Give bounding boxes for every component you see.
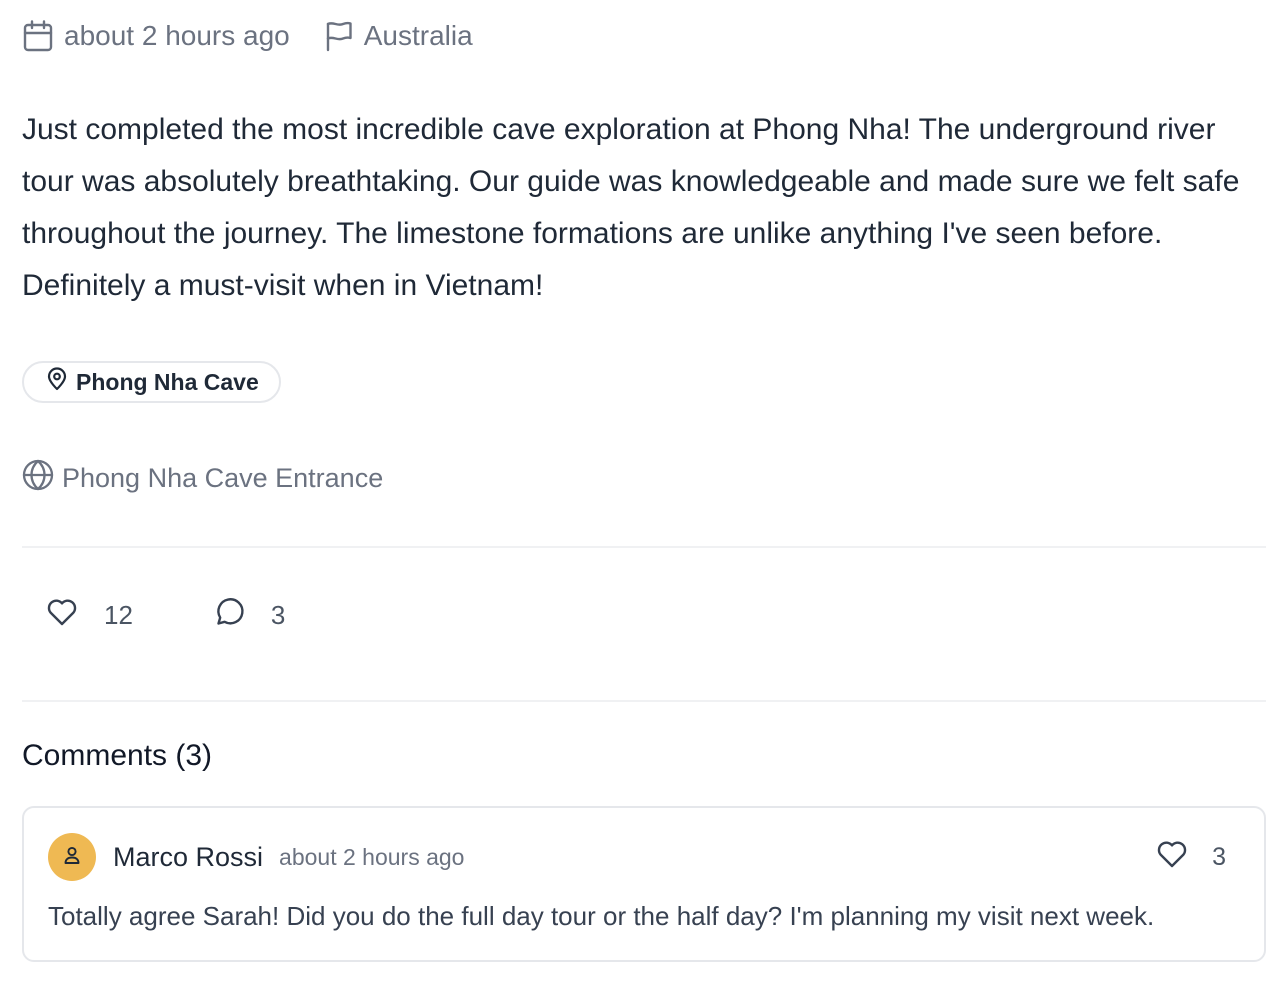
post-meta: about 2 hours ago Australia [22, 18, 473, 54]
post-body: Just completed the most incredible cave … [22, 113, 1240, 302]
comment-count: 3 [270, 599, 286, 630]
comment-card: Marco Rossi about 2 hours ago 3 Totally … [22, 806, 1266, 962]
place-link[interactable]: Phong Nha Cave Entrance [22, 459, 383, 497]
post-date: about 2 hours ago [22, 19, 290, 53]
comment-like-count: 3 [1212, 842, 1226, 871]
post-country-label: Australia [363, 20, 473, 51]
location-tag-label: Phong Nha Cave [76, 368, 259, 395]
like-count: 12 [104, 599, 133, 630]
flag-icon [324, 20, 354, 52]
like-button[interactable]: 12 [46, 597, 133, 634]
comment-text: Totally agree Sarah! Did you do the full… [48, 901, 1155, 931]
post-timestamp: about 2 hours ago [64, 20, 290, 51]
globe-icon [22, 459, 54, 498]
comment-bubble-icon [213, 596, 245, 635]
divider [22, 700, 1266, 702]
post-stats: 12 3 [46, 595, 285, 635]
calendar-icon [22, 19, 54, 53]
user-icon [62, 845, 82, 870]
comment-button[interactable]: 3 [213, 596, 285, 635]
comment-timestamp: about 2 hours ago [279, 843, 465, 870]
map-pin-icon [46, 367, 68, 397]
post-country: Australia [324, 20, 473, 52]
heart-icon [46, 597, 78, 634]
comment-author[interactable]: Marco Rossi [113, 842, 263, 873]
comments-title: Comments (3) [22, 739, 213, 772]
heart-icon [1156, 839, 1188, 876]
divider [22, 546, 1266, 548]
location-tag-chip[interactable]: Phong Nha Cave [22, 361, 281, 403]
comment-header: Marco Rossi about 2 hours ago 3 [48, 832, 1240, 882]
place-label: Phong Nha Cave Entrance [62, 462, 384, 493]
comment-like-button[interactable]: 3 [1156, 839, 1226, 876]
avatar[interactable] [48, 833, 96, 881]
